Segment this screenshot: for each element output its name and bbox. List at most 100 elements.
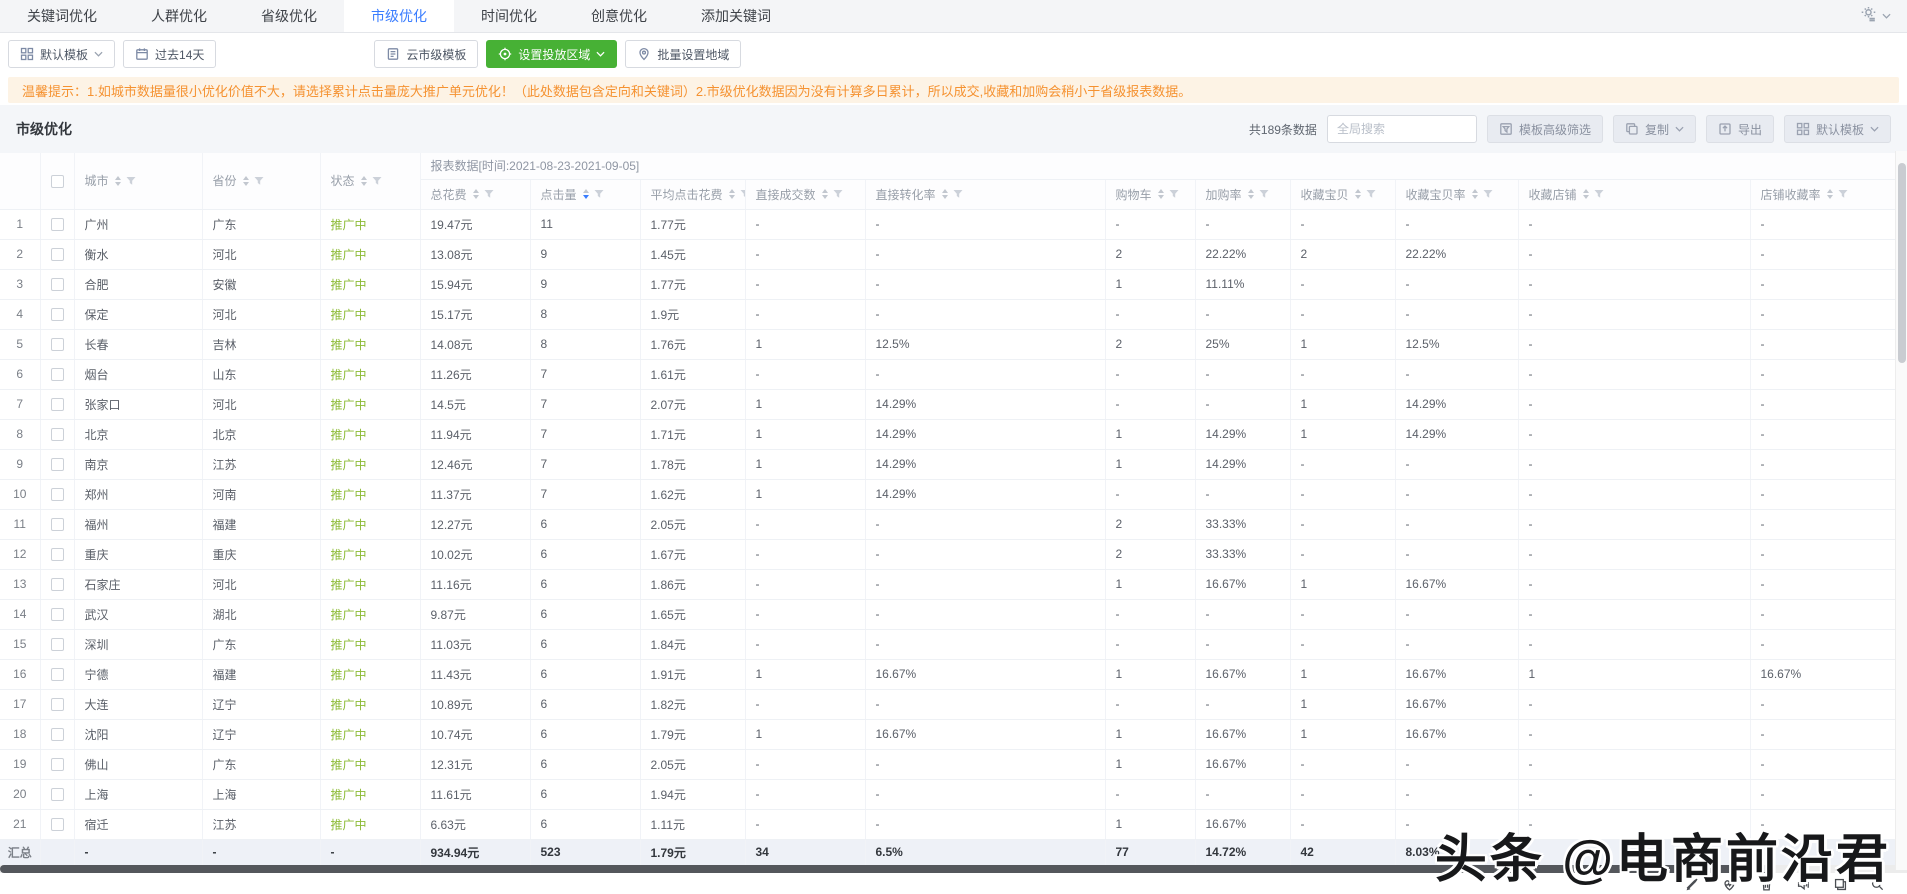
row-checkbox[interactable] — [51, 278, 64, 291]
row-checkbox[interactable] — [51, 458, 64, 471]
tab-province[interactable]: 省级优化 — [234, 0, 344, 32]
row-checkbox[interactable] — [51, 818, 64, 831]
cell-fav-item-rate: - — [1395, 749, 1518, 779]
row-checkbox[interactable] — [51, 218, 64, 231]
select-all-header — [40, 153, 74, 209]
cell-city: 烟台 — [74, 359, 202, 389]
column-header-cart-rate[interactable]: 加购率 — [1195, 179, 1290, 209]
row-checkbox[interactable] — [51, 488, 64, 501]
filter-funnel-icon[interactable] — [484, 189, 494, 199]
city-report-table: 城市省份状态报表数据[时间:2021-08-23-2021-09-05]总花费点… — [0, 153, 1895, 865]
cell-clicks: 11 — [530, 209, 640, 239]
column-header-direct-deals[interactable]: 直接成交数 — [745, 179, 865, 209]
filter-funnel-icon[interactable] — [1594, 189, 1604, 199]
row-checkbox[interactable] — [51, 728, 64, 741]
cell-fav-item-rate: - — [1395, 599, 1518, 629]
global-search-input[interactable] — [1327, 115, 1477, 143]
select-all-checkbox[interactable] — [51, 175, 64, 188]
cell-status: 推广中 — [320, 599, 420, 629]
cell-fav-item-rate: - — [1395, 359, 1518, 389]
cell-direct-cvr: 14.29% — [865, 389, 1105, 419]
column-header-shop-fav-rate[interactable]: 店铺收藏率 — [1750, 179, 1895, 209]
row-checkbox[interactable] — [51, 548, 64, 561]
row-checkbox[interactable] — [51, 638, 64, 651]
filter-funnel-icon[interactable] — [953, 189, 963, 199]
tab-add-keyword[interactable]: 添加关键词 — [674, 0, 798, 32]
row-checkbox[interactable] — [51, 398, 64, 411]
cell-fav-shops: 1 — [1518, 659, 1750, 689]
cell-city: 长春 — [74, 329, 202, 359]
advanced-filter-button[interactable]: 模板高级筛选 — [1487, 115, 1603, 143]
set-region-button[interactable]: 设置投放区域 — [486, 40, 617, 68]
row-checkbox[interactable] — [51, 698, 64, 711]
filter-funnel-icon[interactable] — [126, 176, 136, 186]
template-dropdown-button[interactable]: 默认模板 — [8, 40, 115, 68]
cell-direct-deals: - — [745, 509, 865, 539]
filter-funnel-icon[interactable] — [1838, 189, 1848, 199]
row-checkbox[interactable] — [51, 758, 64, 771]
vertical-scrollbar-thumb[interactable] — [1898, 163, 1906, 363]
row-checkbox[interactable] — [51, 248, 64, 261]
table-row: 6烟台山东推广中11.26元71.61元-------- — [0, 359, 1895, 389]
row-checkbox[interactable] — [51, 338, 64, 351]
row-checkbox[interactable] — [51, 788, 64, 801]
cell-fav-item-rate: - — [1395, 299, 1518, 329]
row-checkbox[interactable] — [51, 428, 64, 441]
cell-city: 宿迁 — [74, 809, 202, 839]
tab-time[interactable]: 时间优化 — [454, 0, 564, 32]
tab-keyword[interactable]: 关键词优化 — [0, 0, 124, 32]
summary-cart: 77 — [1105, 839, 1195, 865]
tab-city[interactable]: 市级优化 — [344, 0, 454, 32]
cloud-template-button[interactable]: 云市级模板 — [374, 40, 478, 68]
gear-caret-icon[interactable] — [1882, 13, 1891, 19]
cell-fav-item-rate: 22.22% — [1395, 239, 1518, 269]
filter-funnel-icon[interactable] — [594, 189, 604, 199]
cell-fav-item-rate: 14.29% — [1395, 419, 1518, 449]
copy-button[interactable]: 复制 — [1613, 115, 1696, 143]
row-checkbox[interactable] — [51, 308, 64, 321]
cell-fav-items: - — [1290, 209, 1395, 239]
column-header-fav-shops[interactable]: 收藏店铺 — [1518, 179, 1750, 209]
filter-funnel-icon[interactable] — [1259, 189, 1269, 199]
filter-funnel-icon[interactable] — [1483, 189, 1493, 199]
column-header-city[interactable]: 城市 — [74, 153, 202, 209]
row-checkbox[interactable] — [51, 608, 64, 621]
cell-cart-rate: 33.33% — [1195, 509, 1290, 539]
cell-province: 湖北 — [202, 599, 320, 629]
filter-funnel-icon[interactable] — [1169, 189, 1179, 199]
row-checkbox[interactable] — [51, 668, 64, 681]
row-checkbox[interactable] — [51, 518, 64, 531]
row-checkbox[interactable] — [51, 368, 64, 381]
date-range-button[interactable]: 过去14天 — [123, 40, 216, 68]
cell-direct-cvr: - — [865, 809, 1105, 839]
column-header-cost[interactable]: 总花费 — [420, 179, 530, 209]
cell-cost: 12.46元 — [420, 449, 530, 479]
filter-funnel-icon[interactable] — [833, 189, 843, 199]
column-header-clicks[interactable]: 点击量 — [530, 179, 640, 209]
column-header-province[interactable]: 省份 — [202, 153, 320, 209]
filter-funnel-icon[interactable] — [1366, 189, 1376, 199]
tab-creative[interactable]: 创意优化 — [564, 0, 674, 32]
filter-funnel-icon[interactable] — [254, 176, 264, 186]
cell-cost: 10.89元 — [420, 689, 530, 719]
column-header-direct-cvr[interactable]: 直接转化率 — [865, 179, 1105, 209]
row-checkbox-cell — [40, 209, 74, 239]
row-checkbox[interactable] — [51, 578, 64, 591]
column-header-avg-cpc[interactable]: 平均点击花费 — [640, 179, 745, 209]
settings-gear-icon[interactable] — [1860, 5, 1877, 27]
default-template-button[interactable]: 默认模板 — [1784, 115, 1891, 143]
filter-funnel-icon[interactable] — [372, 176, 382, 186]
cell-direct-cvr: - — [865, 689, 1105, 719]
batch-region-button[interactable]: 批量设置地域 — [625, 40, 741, 68]
cell-fav-items: - — [1290, 449, 1395, 479]
cell-direct-deals: 1 — [745, 719, 865, 749]
filter-funnel-icon[interactable] — [740, 189, 745, 199]
cell-city: 郑州 — [74, 479, 202, 509]
tab-crowd[interactable]: 人群优化 — [124, 0, 234, 32]
column-header-fav-items[interactable]: 收藏宝贝 — [1290, 179, 1395, 209]
export-button[interactable]: 导出 — [1706, 115, 1774, 143]
column-header-status[interactable]: 状态 — [320, 153, 420, 209]
column-header-fav-item-rate[interactable]: 收藏宝贝率 — [1395, 179, 1518, 209]
column-header-cart[interactable]: 购物车 — [1105, 179, 1195, 209]
vertical-scrollbar[interactable] — [1895, 151, 1907, 870]
